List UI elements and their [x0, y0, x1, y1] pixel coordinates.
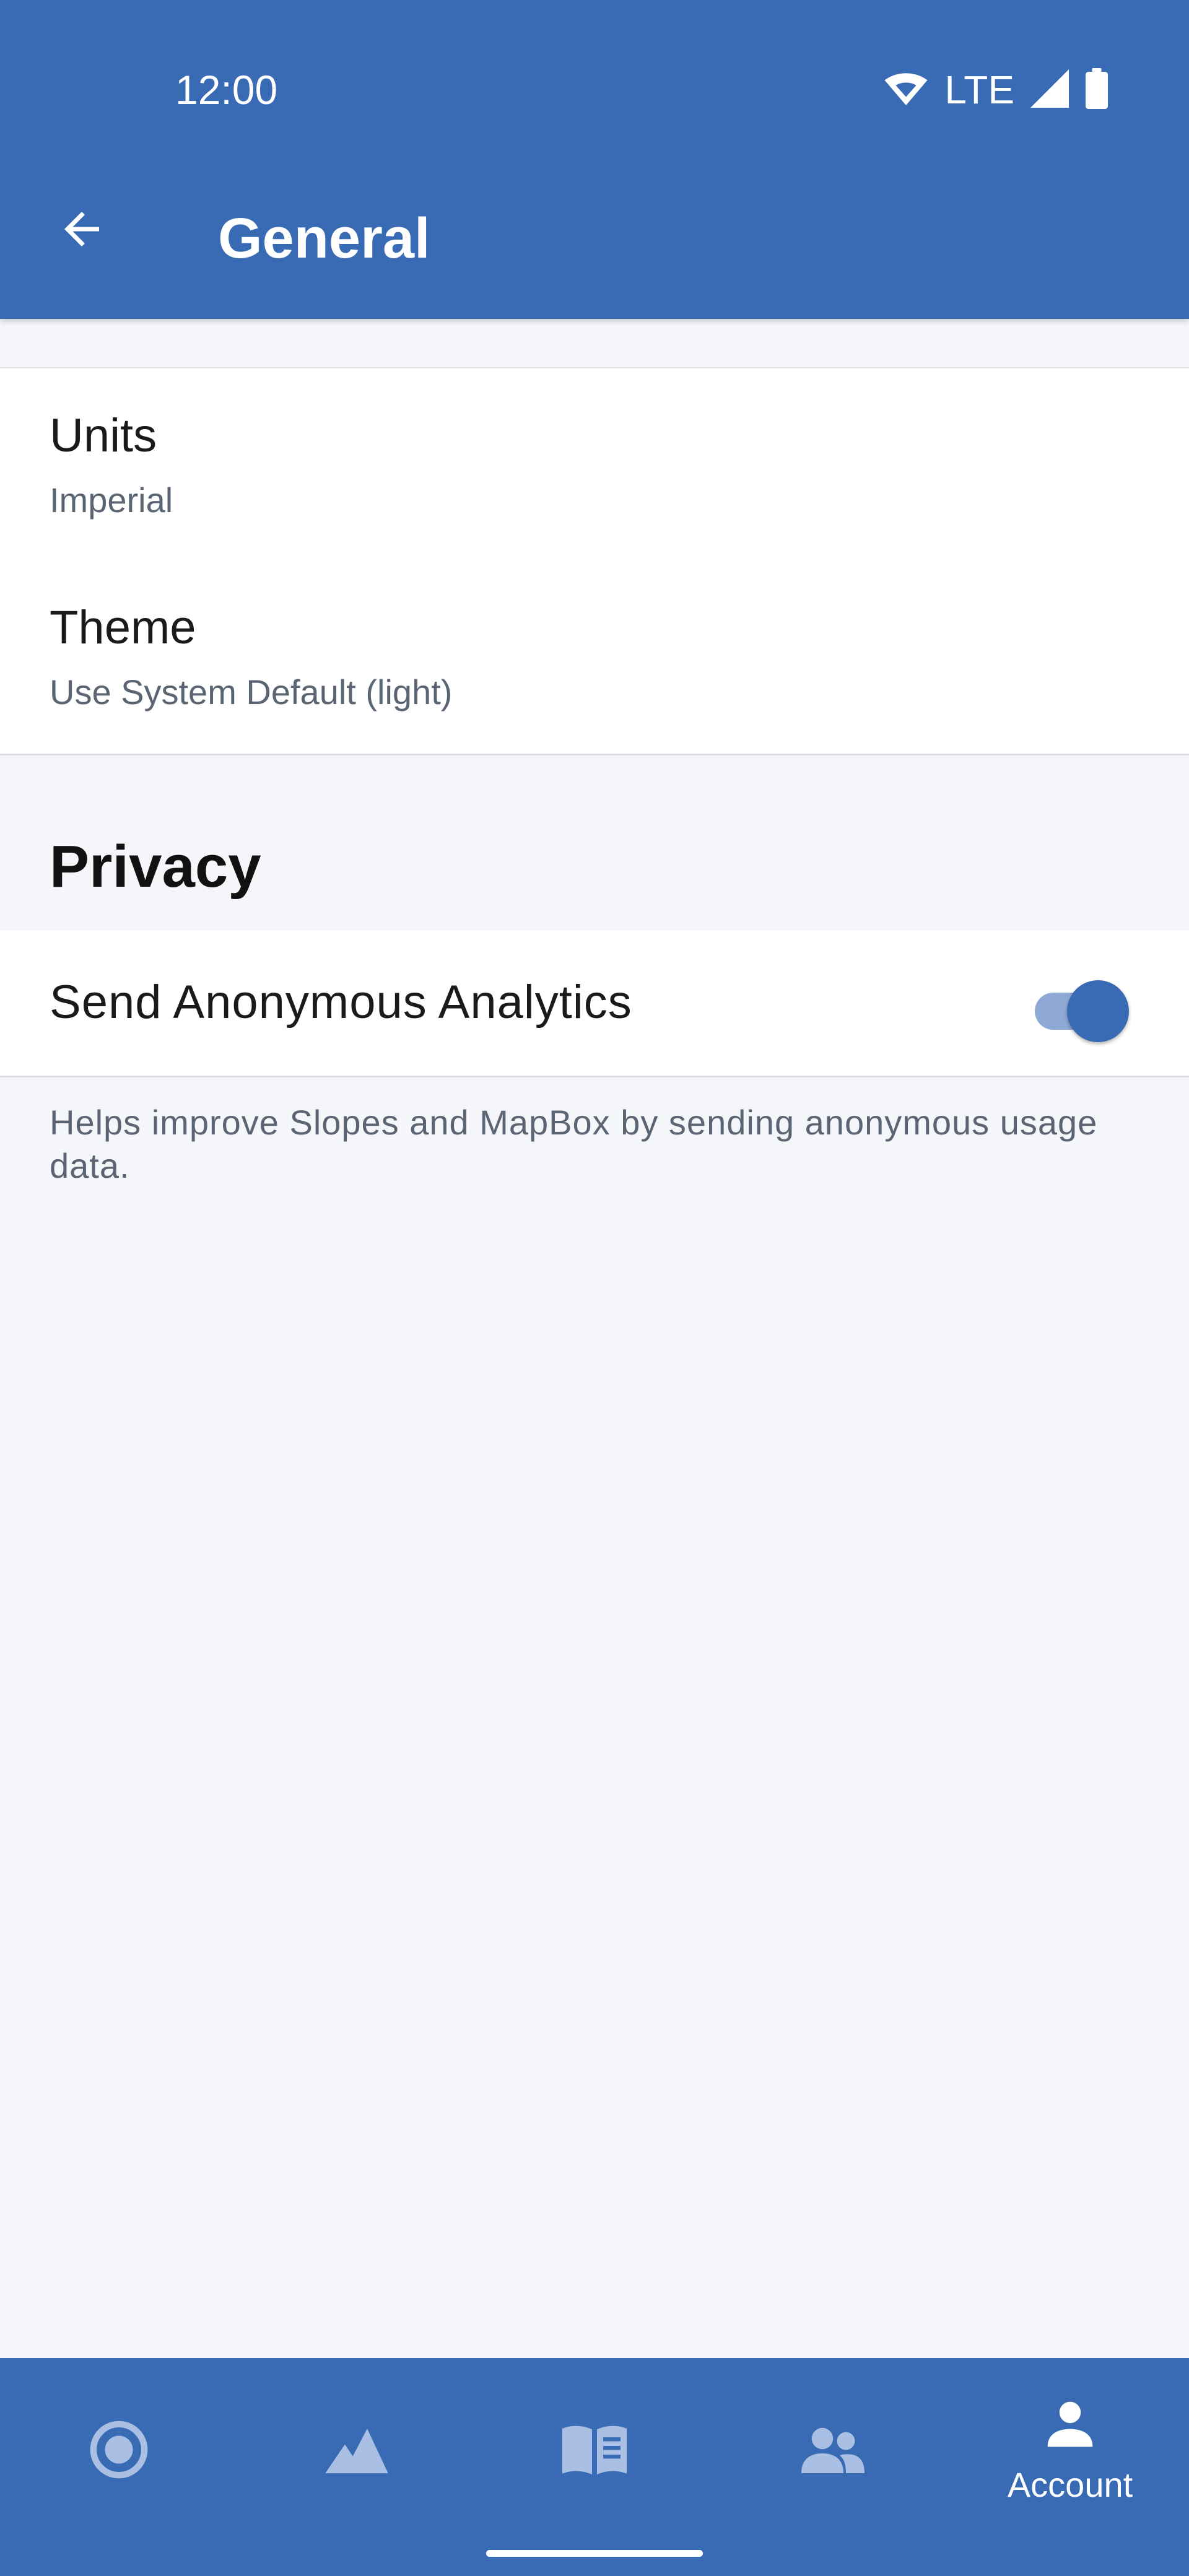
theme-setting-row[interactable]: Theme Use System Default (light): [0, 560, 1189, 754]
analytics-setting-row[interactable]: Send Anonymous Analytics: [0, 931, 1189, 1077]
toggle-thumb: [1067, 980, 1129, 1042]
back-button[interactable]: [38, 187, 125, 274]
theme-title: Theme: [50, 601, 196, 654]
record-icon: [87, 2417, 151, 2485]
mountain-icon: [323, 2422, 391, 2481]
nav-item-friends[interactable]: [713, 2358, 951, 2544]
logbook-icon: [560, 2421, 629, 2481]
status-time: 12:00: [175, 67, 278, 113]
nav-item-resorts[interactable]: [238, 2358, 476, 2544]
network-type: LTE: [944, 67, 1014, 112]
account-icon: [1042, 2396, 1099, 2456]
wifi-icon: [884, 70, 928, 110]
units-title: Units: [50, 409, 157, 462]
nav-item-account[interactable]: Account: [951, 2358, 1189, 2544]
app-bar: 12:00 LTE General: [0, 0, 1189, 319]
arrow-back-icon: [56, 203, 108, 258]
nav-item-logbook[interactable]: [476, 2358, 713, 2544]
status-icons: LTE: [884, 65, 1108, 115]
page-title: General: [218, 207, 430, 270]
nav-item-record[interactable]: [0, 2358, 238, 2544]
gesture-handle: [486, 2550, 703, 2557]
analytics-help-text: Helps improve Slopes and MapBox by sendi…: [50, 1103, 1098, 1185]
cell-signal-icon: [1030, 69, 1069, 111]
units-value: Imperial: [50, 481, 173, 520]
nav-label-account: Account: [1007, 2465, 1133, 2504]
privacy-section-header: Privacy: [50, 833, 261, 900]
battery-icon: [1085, 67, 1108, 112]
theme-value: Use System Default (light): [50, 672, 453, 711]
analytics-toggle[interactable]: [1031, 974, 1130, 1042]
friends-icon: [798, 2425, 867, 2478]
analytics-label: Send Anonymous Analytics: [50, 976, 632, 1029]
units-setting-row[interactable]: Units Imperial: [0, 368, 1189, 560]
bottom-navigation: Account: [0, 2358, 1189, 2576]
general-settings-card: Units Imperial Theme Use System Default …: [0, 367, 1189, 755]
